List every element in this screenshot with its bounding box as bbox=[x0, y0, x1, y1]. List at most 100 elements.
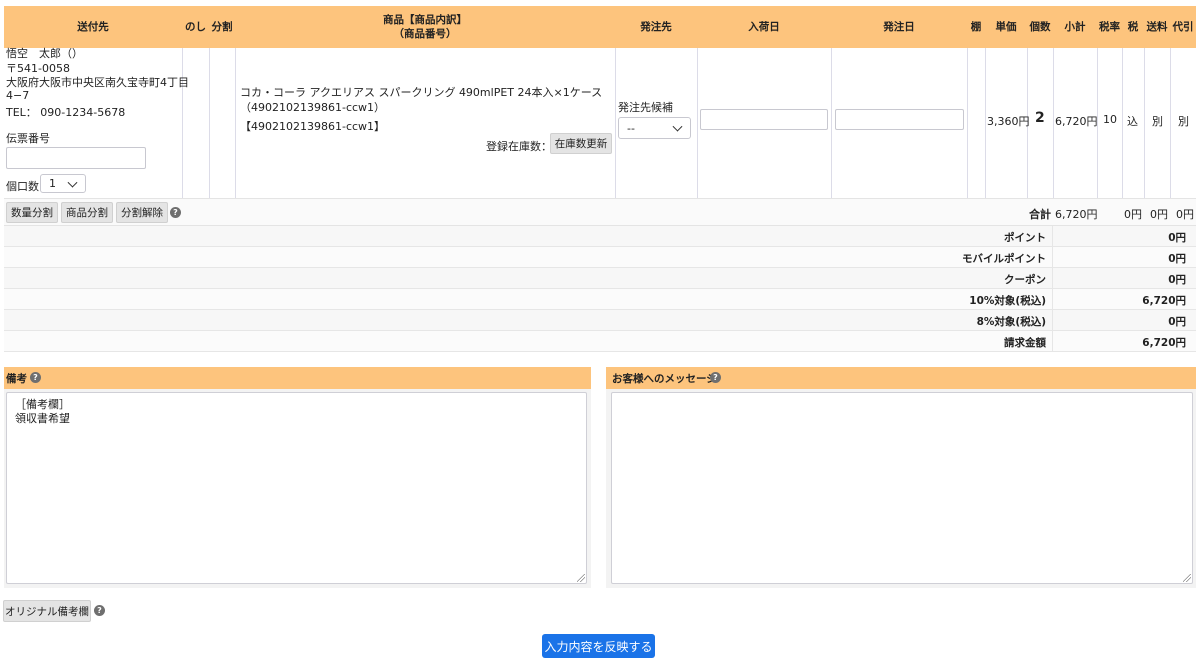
header-shipping: 送料 bbox=[1146, 21, 1168, 33]
column-divider bbox=[1122, 48, 1123, 198]
update-stock-button[interactable]: 在庫数更新 bbox=[550, 133, 612, 154]
supplier-select-value: -- bbox=[627, 121, 635, 135]
column-divider bbox=[615, 48, 616, 198]
summary-value: 0円 bbox=[1168, 253, 1186, 265]
column-divider bbox=[235, 48, 236, 198]
header-arrival-date: 入荷日 bbox=[748, 21, 780, 33]
column-divider bbox=[1170, 48, 1171, 198]
summary-value: 6,720円 bbox=[1142, 337, 1186, 349]
split-actions-row: 数量分割 商品分割 分割解除 ? 合計 6,720円 0円 0円 0円 bbox=[4, 198, 1196, 226]
chevron-down-icon bbox=[672, 121, 683, 132]
column-divider bbox=[831, 48, 832, 198]
parcel-count-label: 個口数 bbox=[6, 180, 39, 193]
summary-row-tax10: 10%対象(税込) 6,720円 bbox=[4, 289, 1196, 310]
remarks-title: 備考 bbox=[6, 373, 27, 385]
product-breakdown: （4902102139861-ccw1） bbox=[240, 101, 386, 114]
summary-value: 0円 bbox=[1168, 274, 1186, 286]
product-code: 【4902102139861-ccw1】 bbox=[240, 120, 386, 133]
summary-value: 6,720円 bbox=[1142, 295, 1186, 307]
recipient-address: 大阪府大阪市中央区南久宝寺町4丁目 bbox=[6, 76, 189, 89]
customer-message-header: お客様へのメッセージ ? bbox=[606, 367, 1196, 389]
header-cod: 代引 bbox=[1172, 21, 1194, 33]
order-table-header: 送付先 のし 分割 商品【商品内訳】 （商品番号） 発注先 入荷日 発注日 棚 … bbox=[4, 6, 1196, 48]
cod-value: 別 bbox=[1178, 115, 1189, 128]
customer-message-textarea[interactable] bbox=[611, 392, 1193, 584]
question-circle-icon[interactable]: ? bbox=[710, 372, 721, 383]
summary-divider bbox=[1052, 226, 1053, 352]
total-tax: 0円 bbox=[1124, 208, 1142, 221]
unit-price-value: 3,360円 bbox=[987, 115, 1030, 128]
header-product-code: （商品番号） bbox=[393, 28, 457, 40]
header-shelf: 棚 bbox=[970, 21, 982, 33]
remarks-textarea[interactable]: ［備考欄］ 領収書希望 bbox=[6, 392, 587, 584]
total-subtotal: 6,720円 bbox=[1055, 208, 1098, 221]
question-circle-icon[interactable]: ? bbox=[94, 605, 105, 616]
order-date-input[interactable] bbox=[835, 109, 964, 130]
parcel-count-value: 1 bbox=[49, 177, 56, 190]
total-label: 合計 bbox=[1029, 208, 1051, 221]
remarks-panel: 備考 ? ［備考欄］ 領収書希望 bbox=[4, 367, 591, 588]
header-split: 分割 bbox=[211, 21, 233, 33]
customer-message-title: お客様へのメッセージ bbox=[612, 373, 717, 385]
header-noshi: のし bbox=[185, 21, 206, 33]
summary-value: 0円 bbox=[1168, 316, 1186, 328]
column-divider bbox=[985, 48, 986, 198]
slip-number-label: 伝票番号 bbox=[6, 132, 50, 145]
summary-label: クーポン bbox=[1004, 274, 1046, 286]
recipient-name: 悟空 太郎（） bbox=[6, 47, 83, 60]
recipient-phone: TEL： 090-1234-5678 bbox=[6, 106, 126, 119]
resize-grip-icon[interactable] bbox=[577, 574, 585, 582]
recipient-address-line2: 4−7 bbox=[6, 89, 30, 102]
original-remarks-button[interactable]: オリジナル備考欄 bbox=[3, 600, 91, 622]
shipping-value: 別 bbox=[1152, 115, 1163, 128]
subtotal-value: 6,720円 bbox=[1055, 115, 1098, 128]
summary-value: 0円 bbox=[1168, 232, 1186, 244]
header-subtotal: 小計 bbox=[1064, 21, 1086, 33]
apply-changes-button[interactable]: 入力内容を反映する bbox=[542, 634, 655, 658]
header-unit-price: 単価 bbox=[995, 21, 1017, 33]
header-product-title: 商品【商品内訳】 bbox=[383, 14, 467, 26]
column-divider bbox=[1144, 48, 1145, 198]
summary-row-billing: 請求金額 6,720円 bbox=[4, 331, 1196, 352]
summary-row-coupon: クーポン 0円 bbox=[4, 268, 1196, 289]
customer-message-panel: お客様へのメッセージ ? bbox=[606, 367, 1196, 588]
column-divider bbox=[182, 48, 183, 198]
arrival-date-input[interactable] bbox=[700, 109, 828, 130]
column-divider bbox=[967, 48, 968, 198]
header-tax-rate: 税率 bbox=[1099, 21, 1120, 33]
header-destination: 送付先 bbox=[77, 21, 109, 33]
remarks-header: 備考 ? bbox=[4, 367, 591, 389]
summary-label: 請求金額 bbox=[1004, 337, 1046, 349]
quantity-split-button[interactable]: 数量分割 bbox=[6, 202, 58, 223]
column-divider bbox=[697, 48, 698, 198]
summary-row-mobile-point: モバイルポイント 0円 bbox=[4, 247, 1196, 268]
parcel-count-select[interactable]: 1 bbox=[40, 174, 86, 193]
cancel-split-button[interactable]: 分割解除 bbox=[116, 202, 168, 223]
total-shipping: 0円 bbox=[1150, 208, 1168, 221]
header-tax: 税 bbox=[1127, 21, 1139, 33]
question-circle-icon[interactable]: ? bbox=[30, 372, 41, 383]
chevron-down-icon bbox=[67, 177, 78, 188]
slip-number-input[interactable] bbox=[6, 147, 146, 169]
order-row: 悟空 太郎（） 〒541-0058 大阪府大阪市中央区南久宝寺町4丁目 4−7 … bbox=[4, 47, 1196, 198]
resize-grip-icon[interactable] bbox=[1183, 574, 1191, 582]
supplier-select[interactable]: -- bbox=[618, 117, 691, 139]
column-divider bbox=[1053, 48, 1054, 198]
tax-rate-value: 10 bbox=[1103, 113, 1117, 126]
summary-table: ポイント 0円 モバイルポイント 0円 クーポン 0円 10%対象(税込) 6,… bbox=[0, 226, 1200, 356]
summary-label: 8%対象(税込) bbox=[976, 316, 1046, 328]
header-quantity: 個数 bbox=[1029, 21, 1051, 33]
summary-row-point: ポイント 0円 bbox=[4, 226, 1196, 247]
question-circle-icon[interactable]: ? bbox=[170, 207, 181, 218]
product-split-button[interactable]: 商品分割 bbox=[61, 202, 113, 223]
product-name: コカ・コーラ アクエリアス スパークリング 490mlPET 24本入×1ケース bbox=[240, 86, 603, 99]
summary-row-tax8: 8%対象(税込) 0円 bbox=[4, 310, 1196, 331]
header-order-date: 発注日 bbox=[883, 21, 915, 33]
supplier-candidate-label: 発注先候補 bbox=[618, 101, 673, 114]
quantity-value: 2 bbox=[1035, 110, 1045, 126]
header-product: 商品【商品内訳】 （商品番号） bbox=[235, 6, 615, 48]
summary-label: モバイルポイント bbox=[962, 253, 1046, 265]
header-supplier: 発注先 bbox=[640, 21, 672, 33]
summary-label: 10%対象(税込) bbox=[969, 295, 1046, 307]
total-cod: 0円 bbox=[1176, 208, 1194, 221]
